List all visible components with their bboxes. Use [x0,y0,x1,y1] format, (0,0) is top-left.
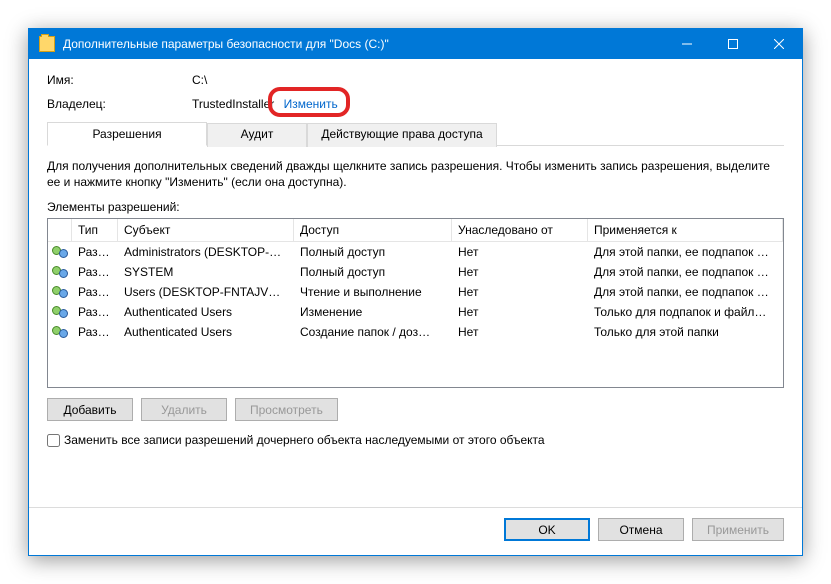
cell-access: Чтение и выполнение [294,283,452,301]
cell-inherited: Нет [452,263,588,281]
name-value: C:\ [192,73,207,87]
cell-access: Полный доступ [294,243,452,261]
table-row[interactable]: Разр…SYSTEMПолный доступНетДля этой папк… [48,262,783,282]
change-owner-link[interactable]: Изменить [284,97,338,111]
col-access[interactable]: Доступ [294,219,452,241]
owner-label: Владелец: [47,97,192,111]
col-applies[interactable]: Применяется к [588,219,783,241]
col-inherited[interactable]: Унаследовано от [452,219,588,241]
add-button[interactable]: Добавить [47,398,133,421]
cell-type: Разр… [72,283,118,301]
name-label: Имя: [47,73,192,87]
group-icon [52,266,68,278]
dialog-footer: OK Отмена Применить [29,507,802,555]
cell-inherited: Нет [452,283,588,301]
apply-button[interactable]: Применить [692,518,784,541]
help-text: Для получения дополнительных сведений дв… [47,158,784,190]
permissions-grid[interactable]: Тип Субъект Доступ Унаследовано от Приме… [47,218,784,388]
cell-applies: Только для подпапок и файл… [588,303,783,321]
cell-applies: Для этой папки, ее подпапок … [588,283,783,301]
tab-effective[interactable]: Действующие права доступа [307,123,497,147]
group-icon [52,306,68,318]
table-row[interactable]: Разр…Authenticated UsersИзменениеНетТоль… [48,302,783,322]
table-row[interactable]: Разр…Users (DESKTOP-FNTAJVG\Us…Чтение и … [48,282,783,302]
cancel-button[interactable]: Отмена [598,518,684,541]
view-button[interactable]: Просмотреть [235,398,338,421]
tab-audit[interactable]: Аудит [207,123,307,147]
cell-type: Разр… [72,303,118,321]
cell-inherited: Нет [452,323,588,341]
security-dialog: Дополнительные параметры безопасности дл… [28,28,803,556]
replace-checkbox-label[interactable]: Заменить все записи разрешений дочернего… [64,433,545,447]
cell-subject: Authenticated Users [118,323,294,341]
cell-inherited: Нет [452,303,588,321]
cell-type: Разр… [72,263,118,281]
cell-subject: Administrators (DESKTOP-FN… [118,243,294,261]
tab-bar: Разрешения Аудит Действующие права досту… [47,121,784,146]
elements-label: Элементы разрешений: [47,200,784,214]
window-title: Дополнительные параметры безопасности дл… [63,37,664,51]
maximize-button[interactable] [710,29,756,59]
ok-button[interactable]: OK [504,518,590,541]
cell-access: Создание папок / доз… [294,323,452,341]
cell-subject: SYSTEM [118,263,294,281]
cell-type: Разр… [72,243,118,261]
cell-inherited: Нет [452,243,588,261]
group-icon [52,326,68,338]
table-row[interactable]: Разр…Administrators (DESKTOP-FN…Полный д… [48,242,783,262]
cell-applies: Для этой папки, ее подпапок … [588,243,783,261]
titlebar[interactable]: Дополнительные параметры безопасности дл… [29,29,802,59]
grid-header: Тип Субъект Доступ Унаследовано от Приме… [48,219,783,242]
minimize-button[interactable] [664,29,710,59]
replace-checkbox[interactable] [47,434,60,447]
cell-subject: Users (DESKTOP-FNTAJVG\Us… [118,283,294,301]
cell-subject: Authenticated Users [118,303,294,321]
col-type[interactable]: Тип [72,219,118,241]
tab-permissions[interactable]: Разрешения [47,122,207,146]
cell-applies: Только для этой папки [588,323,783,341]
cell-type: Разр… [72,323,118,341]
group-icon [52,286,68,298]
cell-access: Изменение [294,303,452,321]
table-row[interactable]: Разр…Authenticated UsersСоздание папок /… [48,322,783,342]
owner-value: TrustedInstaller [192,97,274,111]
folder-icon [39,36,55,52]
col-subject[interactable]: Субъект [118,219,294,241]
cell-access: Полный доступ [294,263,452,281]
close-button[interactable] [756,29,802,59]
group-icon [52,246,68,258]
cell-applies: Для этой папки, ее подпапок … [588,263,783,281]
remove-button[interactable]: Удалить [141,398,227,421]
